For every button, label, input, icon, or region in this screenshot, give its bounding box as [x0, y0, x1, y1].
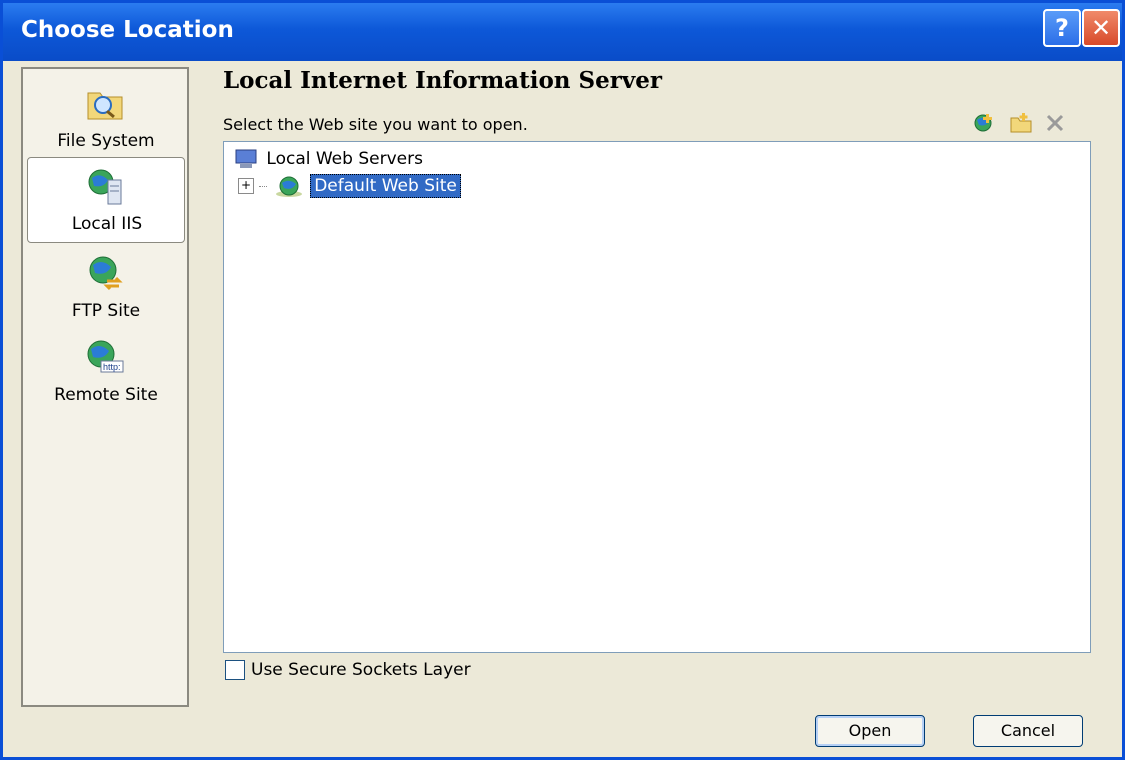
web-site-tree[interactable]: Local Web Servers + Default Web Site — [223, 141, 1091, 653]
iis-server-icon — [88, 169, 122, 205]
http-globe-icon: http: — [87, 340, 124, 373]
help-icon: ? — [1055, 14, 1069, 42]
cancel-button[interactable]: Cancel — [973, 715, 1083, 747]
location-ftp-site[interactable]: FTP Site — [27, 245, 185, 331]
title-bar[interactable]: Choose Location ? ✕ — [3, 3, 1122, 61]
tree-connector — [259, 185, 268, 187]
location-local-iis[interactable]: Local IIS — [27, 157, 185, 243]
folder-search-icon — [87, 92, 123, 120]
location-remote-site[interactable]: http: Remote Site — [27, 329, 185, 415]
checkbox-label: Use Secure Sockets Layer — [251, 660, 471, 680]
location-label: Remote Site — [54, 385, 158, 405]
open-button[interactable]: Open — [815, 715, 925, 747]
dialog-title: Choose Location — [21, 17, 234, 43]
delete-icon[interactable] — [1043, 111, 1067, 135]
web-servers-icon — [235, 149, 257, 168]
checkbox-box[interactable] — [225, 660, 245, 680]
tree-item-local-web-servers[interactable]: Local Web Servers — [234, 148, 426, 170]
page-title: Local Internet Information Server — [223, 67, 662, 94]
location-label: File System — [57, 131, 155, 151]
create-folder-icon[interactable] — [1009, 111, 1033, 135]
choose-location-dialog: Choose Location ? ✕ File System Local II… — [0, 0, 1125, 760]
ftp-globe-icon — [89, 256, 123, 291]
expand-toggle[interactable]: + — [238, 178, 254, 194]
location-file-system[interactable]: File System — [27, 75, 185, 161]
close-icon: ✕ — [1090, 14, 1112, 42]
help-button[interactable]: ? — [1043, 9, 1081, 47]
svg-text:http:: http: — [103, 362, 121, 372]
close-button[interactable]: ✕ — [1082, 9, 1120, 47]
tree-item-default-web-site[interactable]: + Default Web Site — [238, 174, 461, 198]
location-label: Local IIS — [71, 214, 143, 234]
tree-item-label: Default Web Site — [310, 174, 461, 198]
web-site-globe-icon — [275, 176, 302, 197]
location-list: File System Local IIS FTP Site http: Rem… — [21, 67, 189, 707]
tree-item-label: Local Web Servers — [266, 149, 423, 169]
create-web-site-icon[interactable] — [973, 111, 997, 135]
instruction-text: Select the Web site you want to open. — [223, 115, 528, 134]
location-label: FTP Site — [71, 301, 141, 321]
